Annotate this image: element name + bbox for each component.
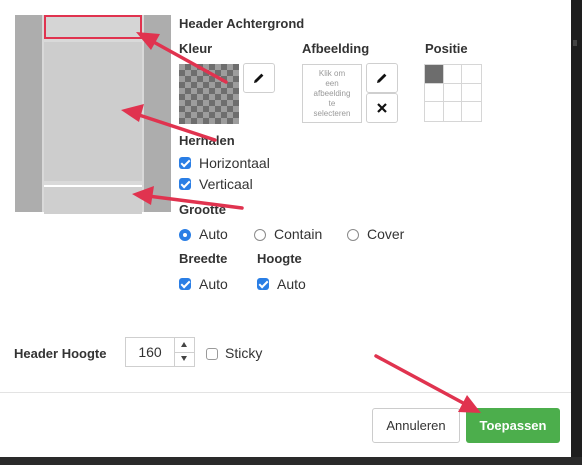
size-cover-radio[interactable] bbox=[347, 229, 359, 241]
kleur-label: Kleur bbox=[179, 41, 213, 56]
edit-color-button[interactable] bbox=[243, 63, 275, 93]
positie-label: Positie bbox=[425, 41, 468, 56]
position-grid[interactable] bbox=[424, 64, 482, 122]
position-cell-middle-left[interactable] bbox=[425, 83, 444, 103]
close-icon bbox=[377, 103, 387, 113]
herhalen-label: Herhalen bbox=[179, 133, 235, 148]
hoogte-label: Hoogte bbox=[257, 251, 302, 266]
hoogte-auto-label: Auto bbox=[277, 276, 306, 292]
image-picker[interactable]: Klik om een afbeelding te selecteren bbox=[302, 64, 362, 123]
section-title: Header Achtergrond bbox=[179, 16, 305, 31]
header-height-value[interactable]: 160 bbox=[126, 338, 174, 366]
sticky-label: Sticky bbox=[225, 345, 263, 361]
breedte-auto-checkbox[interactable] bbox=[179, 278, 191, 290]
increment-icon[interactable] bbox=[175, 338, 194, 353]
size-auto-label: Auto bbox=[199, 226, 228, 242]
preview-body-region[interactable] bbox=[44, 42, 142, 181]
position-cell-bottom-right[interactable] bbox=[462, 102, 481, 121]
color-swatch[interactable] bbox=[179, 64, 239, 124]
arrow-to-apply-button bbox=[374, 354, 481, 413]
preview-left-column bbox=[15, 15, 42, 212]
verticaal-checkbox[interactable] bbox=[179, 178, 191, 190]
position-cell-top-right[interactable] bbox=[462, 65, 481, 84]
breedte-auto-label: Auto bbox=[199, 276, 228, 292]
breedte-label: Breedte bbox=[179, 251, 228, 266]
horizontaal-checkbox[interactable] bbox=[179, 157, 191, 169]
preview-right-column bbox=[144, 15, 171, 212]
sticky-checkbox[interactable] bbox=[206, 348, 218, 360]
pencil-icon bbox=[377, 73, 387, 83]
preview-header-region[interactable] bbox=[44, 15, 142, 39]
size-cover-label: Cover bbox=[367, 226, 405, 242]
position-cell-bottom-left[interactable] bbox=[425, 102, 444, 121]
size-auto-radio[interactable] bbox=[179, 229, 191, 241]
footer-divider bbox=[0, 392, 571, 393]
header-hoogte-label: Header Hoogte bbox=[14, 346, 107, 361]
position-cell-middle-right[interactable] bbox=[462, 84, 481, 103]
size-contain-label: Contain bbox=[274, 226, 323, 242]
preview-footer-region[interactable] bbox=[44, 185, 142, 214]
position-cell-top-left[interactable] bbox=[425, 65, 444, 84]
layout-preview bbox=[15, 15, 171, 214]
verticaal-label: Verticaal bbox=[199, 176, 253, 192]
edit-image-button[interactable] bbox=[366, 63, 398, 93]
cancel-button[interactable]: Annuleren bbox=[372, 408, 460, 443]
stepper-arrows bbox=[174, 338, 194, 366]
position-cell-top-center[interactable] bbox=[443, 65, 463, 84]
afbeelding-label: Afbeelding bbox=[302, 41, 370, 56]
edge-marker bbox=[573, 40, 577, 46]
position-cell-bottom-center[interactable] bbox=[444, 102, 463, 121]
background-bottom-edge bbox=[0, 457, 582, 465]
grootte-label: Grootte bbox=[179, 202, 226, 217]
hoogte-auto-checkbox[interactable] bbox=[257, 278, 269, 290]
pencil-icon bbox=[254, 73, 264, 83]
size-contain-radio[interactable] bbox=[254, 229, 266, 241]
image-picker-text: Klik om een afbeelding te selecteren bbox=[313, 68, 351, 118]
remove-image-button[interactable] bbox=[366, 93, 398, 123]
horizontaal-label: Horizontaal bbox=[199, 155, 270, 171]
header-height-stepper[interactable]: 160 bbox=[125, 337, 195, 367]
position-cell-center[interactable] bbox=[443, 83, 463, 103]
background-edge bbox=[571, 0, 582, 465]
decrement-icon[interactable] bbox=[175, 352, 194, 366]
apply-button[interactable]: Toepassen bbox=[466, 408, 560, 443]
